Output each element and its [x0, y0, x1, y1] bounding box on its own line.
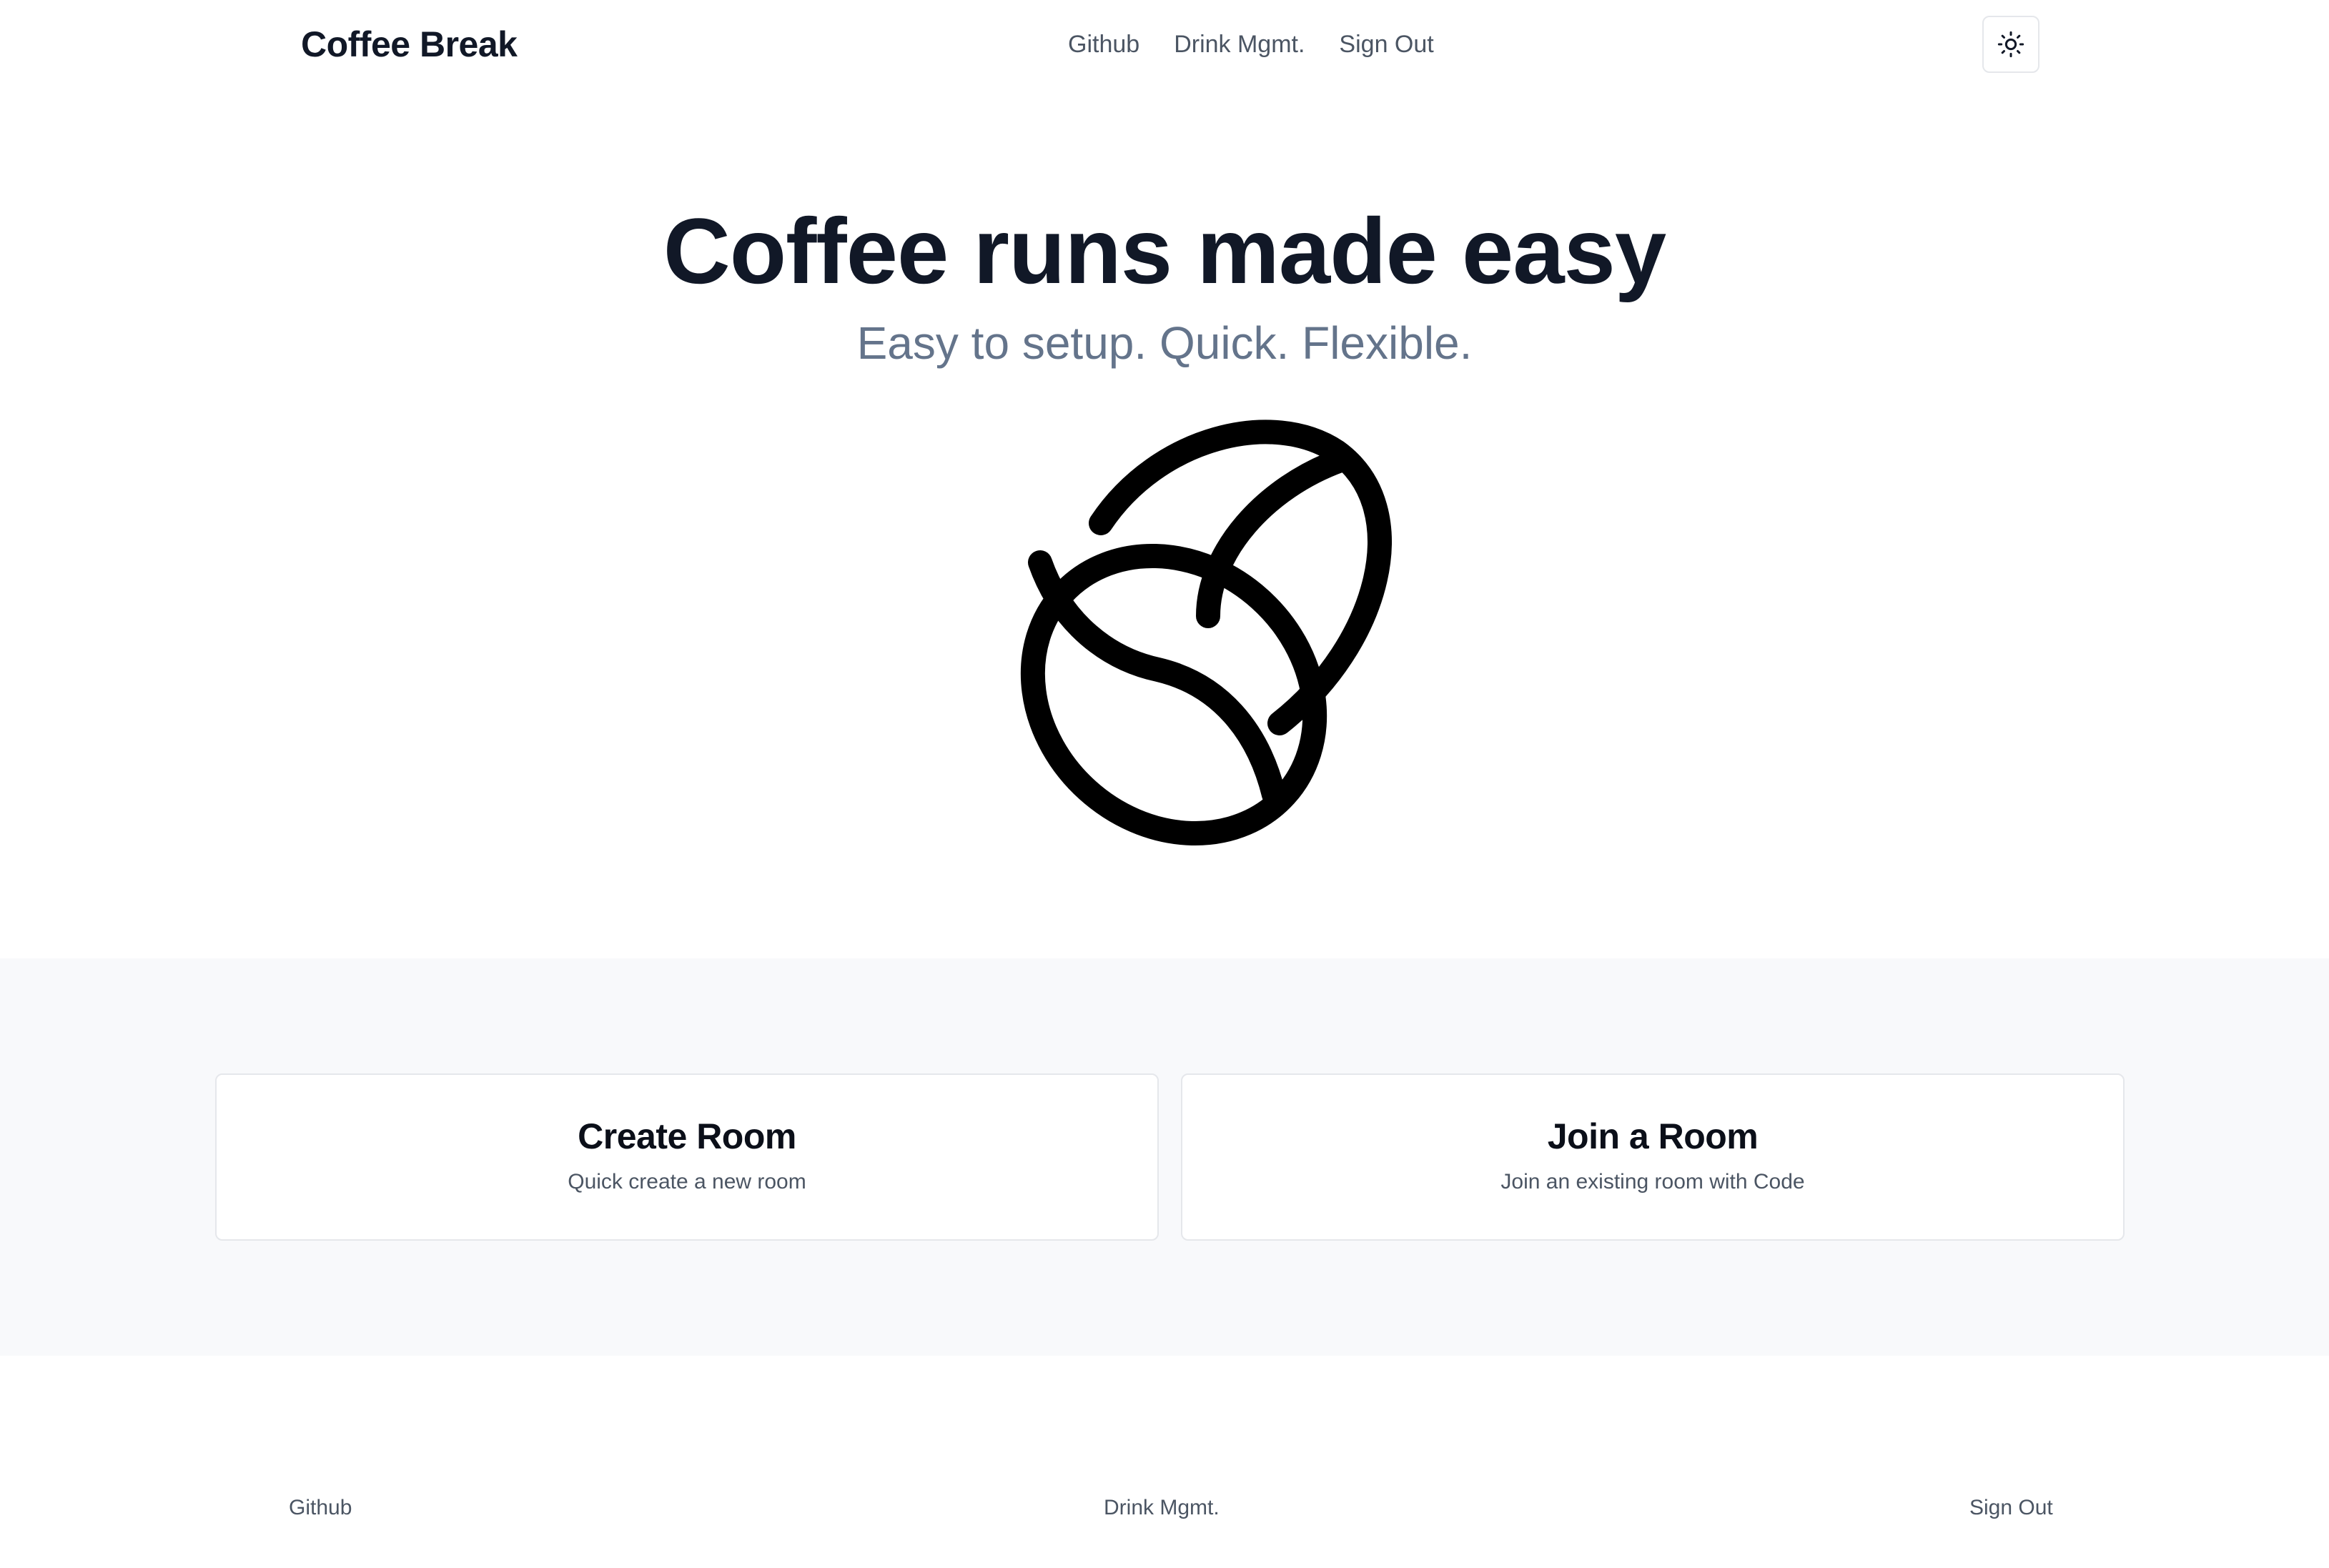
- create-room-title: Create Room: [578, 1116, 796, 1156]
- room-actions-section: Create Room Quick create a new room Join…: [0, 958, 2329, 1356]
- hero-subtitle: Easy to setup. Quick. Flexible.: [856, 317, 1473, 369]
- join-room-title: Join a Room: [1547, 1116, 1759, 1156]
- footer-link-github[interactable]: Github: [289, 1494, 352, 1522]
- create-room-card[interactable]: Create Room Quick create a new room: [215, 1073, 1159, 1241]
- page: Coffee Break Github Drink Mgmt. Sign Out…: [0, 0, 2329, 1568]
- main-nav: Github Drink Mgmt. Sign Out: [1068, 27, 1434, 61]
- theme-toggle-button[interactable]: [1982, 16, 2039, 73]
- footer-link-sign-out[interactable]: Sign Out: [1969, 1494, 2053, 1522]
- brand-logo[interactable]: Coffee Break: [301, 23, 518, 66]
- coffee-bean-icon: [1020, 420, 1392, 846]
- top-nav-bar: Coffee Break Github Drink Mgmt. Sign Out: [0, 0, 2329, 89]
- sun-icon: [1997, 31, 2024, 58]
- nav-link-drink-mgmt[interactable]: Drink Mgmt.: [1174, 27, 1305, 61]
- join-room-card[interactable]: Join a Room Join an existing room with C…: [1181, 1073, 2125, 1241]
- create-room-description: Quick create a new room: [568, 1170, 806, 1194]
- nav-link-github[interactable]: Github: [1068, 27, 1139, 61]
- hero-title: Coffee runs made easy: [663, 199, 1666, 303]
- nav-link-sign-out[interactable]: Sign Out: [1339, 27, 1433, 61]
- join-room-description: Join an existing room with Code: [1500, 1170, 1805, 1194]
- footer-link-drink-mgmt[interactable]: Drink Mgmt.: [1104, 1494, 1220, 1522]
